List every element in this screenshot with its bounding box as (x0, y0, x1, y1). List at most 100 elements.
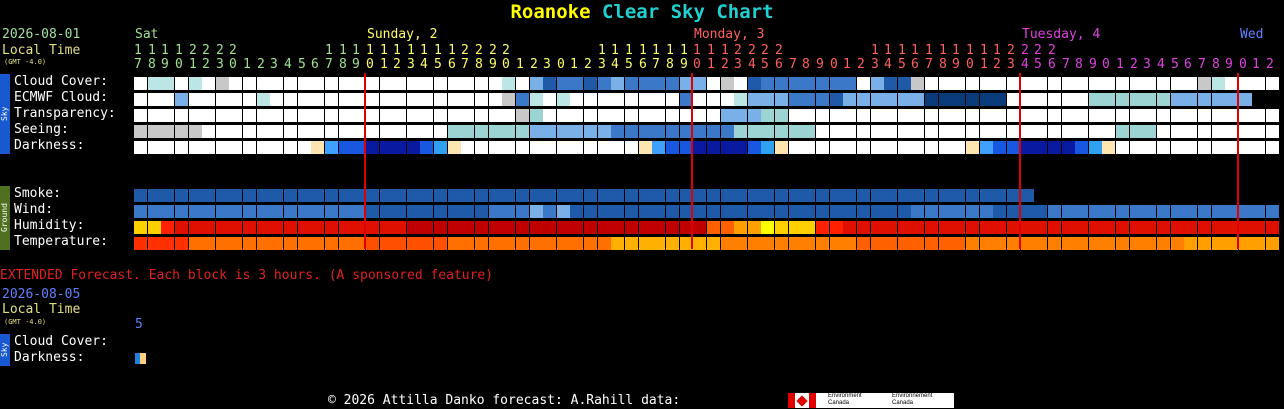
wind-block[interactable] (475, 205, 488, 218)
cloud-block[interactable] (761, 77, 774, 90)
darkness-block[interactable] (884, 141, 897, 154)
temperature-block[interactable] (1157, 237, 1170, 250)
darkness-block[interactable] (1143, 141, 1156, 154)
wind-block[interactable] (202, 205, 215, 218)
ecmwf-block[interactable] (721, 93, 734, 106)
seeing-block[interactable] (1089, 125, 1102, 138)
wind-block[interactable] (270, 205, 283, 218)
humidity-block[interactable] (325, 221, 338, 234)
ecmwf-block[interactable] (530, 93, 543, 106)
temperature-block[interactable] (1048, 237, 1061, 250)
ecmwf-block[interactable] (666, 93, 679, 106)
seeing-block[interactable] (380, 125, 393, 138)
wind-block[interactable] (898, 205, 911, 218)
temperature-block[interactable] (530, 237, 543, 250)
smoke-block[interactable] (543, 189, 556, 202)
darkness-block[interactable] (148, 141, 161, 154)
ecmwf-block[interactable] (993, 93, 1006, 106)
cloud-block[interactable] (366, 77, 379, 90)
seeing-block[interactable] (257, 125, 270, 138)
humidity-block[interactable] (939, 221, 952, 234)
cloud-block[interactable] (734, 77, 747, 90)
wind-block[interactable] (1075, 205, 1088, 218)
darkness-block[interactable] (1089, 141, 1102, 154)
temperature-block[interactable] (148, 237, 161, 250)
darkness-block[interactable] (939, 141, 952, 154)
transparency-block[interactable] (1157, 109, 1170, 122)
darkness-block[interactable] (339, 141, 352, 154)
wind-block[interactable] (775, 205, 788, 218)
smoke-block[interactable] (270, 189, 283, 202)
smoke-block[interactable] (502, 189, 515, 202)
humidity-block[interactable] (393, 221, 406, 234)
seeing-block[interactable] (366, 125, 379, 138)
darkness-block[interactable] (407, 141, 420, 154)
seeing-block[interactable] (325, 125, 338, 138)
wind-block[interactable] (1102, 205, 1115, 218)
darkness-block[interactable] (502, 141, 515, 154)
seeing-block[interactable] (1116, 125, 1129, 138)
seeing-block[interactable] (925, 125, 938, 138)
cloud-block[interactable] (652, 77, 665, 90)
humidity-block[interactable] (639, 221, 652, 234)
ecmwf-block[interactable] (1212, 93, 1225, 106)
darkness-block[interactable] (1212, 141, 1225, 154)
wind-block[interactable] (871, 205, 884, 218)
ecmwf-block[interactable] (1171, 93, 1184, 106)
temperature-block[interactable] (161, 237, 174, 250)
wind-block[interactable] (557, 205, 570, 218)
transparency-block[interactable] (557, 109, 570, 122)
darkness-block[interactable] (952, 141, 965, 154)
humidity-block[interactable] (775, 221, 788, 234)
humidity-block[interactable] (502, 221, 515, 234)
ecmwf-block[interactable] (802, 93, 815, 106)
transparency-block[interactable] (175, 109, 188, 122)
darkness-block[interactable] (789, 141, 802, 154)
temperature-block[interactable] (393, 237, 406, 250)
cloud-block[interactable] (1062, 77, 1075, 90)
darkness-block[interactable] (761, 141, 774, 154)
temperature-block[interactable] (911, 237, 924, 250)
extended-darkness-block[interactable] (135, 353, 146, 364)
cloud-block[interactable] (148, 77, 161, 90)
humidity-block[interactable] (1048, 221, 1061, 234)
cloud-block[interactable] (461, 77, 474, 90)
smoke-block[interactable] (734, 189, 747, 202)
temperature-block[interactable] (816, 237, 829, 250)
transparency-block[interactable] (748, 109, 761, 122)
humidity-block[interactable] (1021, 221, 1034, 234)
cloud-block[interactable] (557, 77, 570, 90)
transparency-block[interactable] (652, 109, 665, 122)
transparency-block[interactable] (611, 109, 624, 122)
ecmwf-block[interactable] (1034, 93, 1047, 106)
temperature-block[interactable] (693, 237, 706, 250)
smoke-block[interactable] (161, 189, 174, 202)
ecmwf-block[interactable] (598, 93, 611, 106)
cloud-block[interactable] (502, 77, 515, 90)
cloud-block[interactable] (816, 77, 829, 90)
transparency-block[interactable] (721, 109, 734, 122)
humidity-block[interactable] (761, 221, 774, 234)
cloud-block[interactable] (298, 77, 311, 90)
humidity-block[interactable] (339, 221, 352, 234)
seeing-block[interactable] (1184, 125, 1197, 138)
ecmwf-block[interactable] (1184, 93, 1197, 106)
wind-block[interactable] (911, 205, 924, 218)
darkness-block[interactable] (448, 141, 461, 154)
smoke-block[interactable] (448, 189, 461, 202)
seeing-block[interactable] (898, 125, 911, 138)
darkness-block[interactable] (243, 141, 256, 154)
seeing-block[interactable] (666, 125, 679, 138)
ecmwf-block[interactable] (898, 93, 911, 106)
seeing-block[interactable] (652, 125, 665, 138)
darkness-block[interactable] (380, 141, 393, 154)
seeing-block[interactable] (1130, 125, 1143, 138)
darkness-block[interactable] (1184, 141, 1197, 154)
temperature-block[interactable] (243, 237, 256, 250)
humidity-block[interactable] (407, 221, 420, 234)
ecmwf-block[interactable] (461, 93, 474, 106)
seeing-block[interactable] (202, 125, 215, 138)
seeing-block[interactable] (448, 125, 461, 138)
temperature-block[interactable] (1089, 237, 1102, 250)
wind-block[interactable] (1252, 205, 1265, 218)
